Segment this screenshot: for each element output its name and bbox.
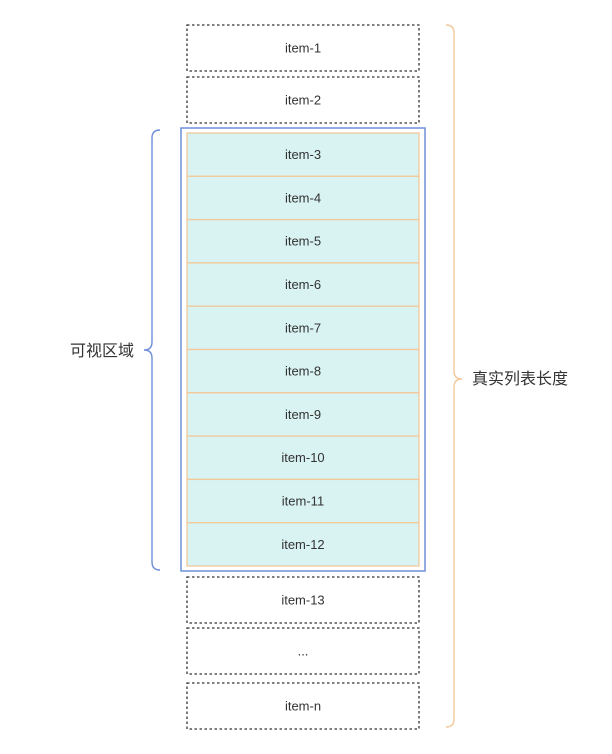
visible-item-8-label: item-11 bbox=[282, 493, 324, 508]
visible-item-9-label: item-12 bbox=[281, 537, 324, 552]
visible-area-brace bbox=[143, 129, 161, 571]
visible-item-5-label: item-8 bbox=[285, 364, 321, 379]
before-item-1-label: item-2 bbox=[285, 92, 321, 107]
visible-item-1-label: item-4 bbox=[285, 190, 321, 205]
visible-item-3-label: item-6 bbox=[285, 277, 321, 292]
total-length-label: 真实列表长度 bbox=[472, 369, 568, 388]
after-item-0-label: item-13 bbox=[281, 592, 324, 607]
visible-item-7-label: item-10 bbox=[281, 450, 324, 465]
visible-item-0-label: item-3 bbox=[285, 147, 321, 162]
total-length-brace bbox=[445, 24, 463, 728]
visible-area-label: 可视区域 bbox=[70, 341, 134, 360]
items-after-viewport: item-13... item-n bbox=[186, 576, 420, 730]
virtual-list-diagram: item-1item-2 item-3item-4item-5item-6ite… bbox=[70, 24, 568, 730]
after-item-1-label: ... bbox=[298, 643, 309, 658]
items-before-viewport: item-1 item-2 bbox=[186, 24, 420, 124]
after-item-2-label: item-n bbox=[285, 698, 321, 713]
visible-item-4-label: item-7 bbox=[285, 320, 321, 335]
visible-item-2-label: item-5 bbox=[285, 234, 321, 249]
visible-items: item-3 item-4 item-5 item-6 item-7 item-8 item… bbox=[186, 132, 420, 567]
visible-item-6-label: item-9 bbox=[285, 407, 321, 422]
before-item-0-label: item-1 bbox=[285, 40, 321, 55]
